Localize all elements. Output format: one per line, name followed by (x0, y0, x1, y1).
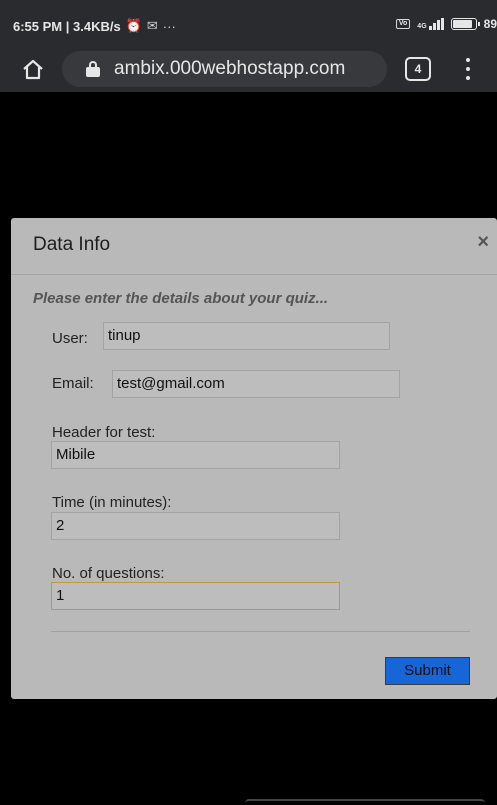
header-input[interactable]: Mibile (51, 441, 340, 469)
intro-text: Please enter the details about your quiz… (33, 290, 329, 307)
alarm-clock-icon: ⏰ (125, 18, 142, 33)
status-time: 6:55 PM | 3.4KB/s (13, 18, 121, 34)
user-label: User: (52, 330, 88, 347)
battery-icon (450, 18, 480, 30)
header-label: Header for test: (52, 424, 156, 441)
overflow-menu-icon[interactable] (464, 58, 472, 80)
gmail-icon: ✉ (146, 18, 158, 33)
status-bar: 6:55 PM | 3.4KB/s ⏰ ✉ ··· Vo 4G 89 (0, 0, 497, 46)
user-input[interactable]: tinup (103, 322, 390, 350)
modal-header: Data Info × (11, 218, 497, 275)
time-label: Time (in minutes): (52, 494, 172, 511)
email-label: Email: (52, 375, 94, 392)
data-info-modal: Data Info × Please enter the details abo… (11, 218, 497, 699)
tab-switcher-button[interactable]: 4 (405, 57, 431, 81)
email-input[interactable]: test@gmail.com (112, 370, 400, 398)
gesture-handle (245, 799, 485, 805)
browser-toolbar: ambix.000webhostapp.com 4 (0, 46, 497, 92)
submit-button[interactable]: Submit (385, 657, 470, 685)
home-icon[interactable] (22, 58, 44, 80)
close-icon[interactable]: × (477, 232, 489, 252)
network-type-label: 4G (417, 23, 427, 30)
lock-icon (86, 61, 100, 77)
signal-icon: 4G (417, 18, 444, 30)
address-bar[interactable]: ambix.000webhostapp.com (62, 51, 387, 87)
questions-label: No. of questions: (52, 565, 165, 582)
status-right: Vo 4G 89 (395, 17, 497, 31)
footer-divider (51, 631, 470, 632)
questions-input[interactable]: 1 (51, 582, 340, 610)
status-left: 6:55 PM | 3.4KB/s ⏰ ✉ ··· (13, 18, 176, 34)
url-text: ambix.000webhostapp.com (114, 58, 346, 79)
time-input[interactable]: 2 (51, 512, 340, 540)
battery-percent: 89 (483, 17, 497, 31)
more-notifications-icon: ··· (162, 18, 176, 34)
modal-title: Data Info (33, 234, 111, 255)
volte-icon: Vo (395, 19, 411, 29)
